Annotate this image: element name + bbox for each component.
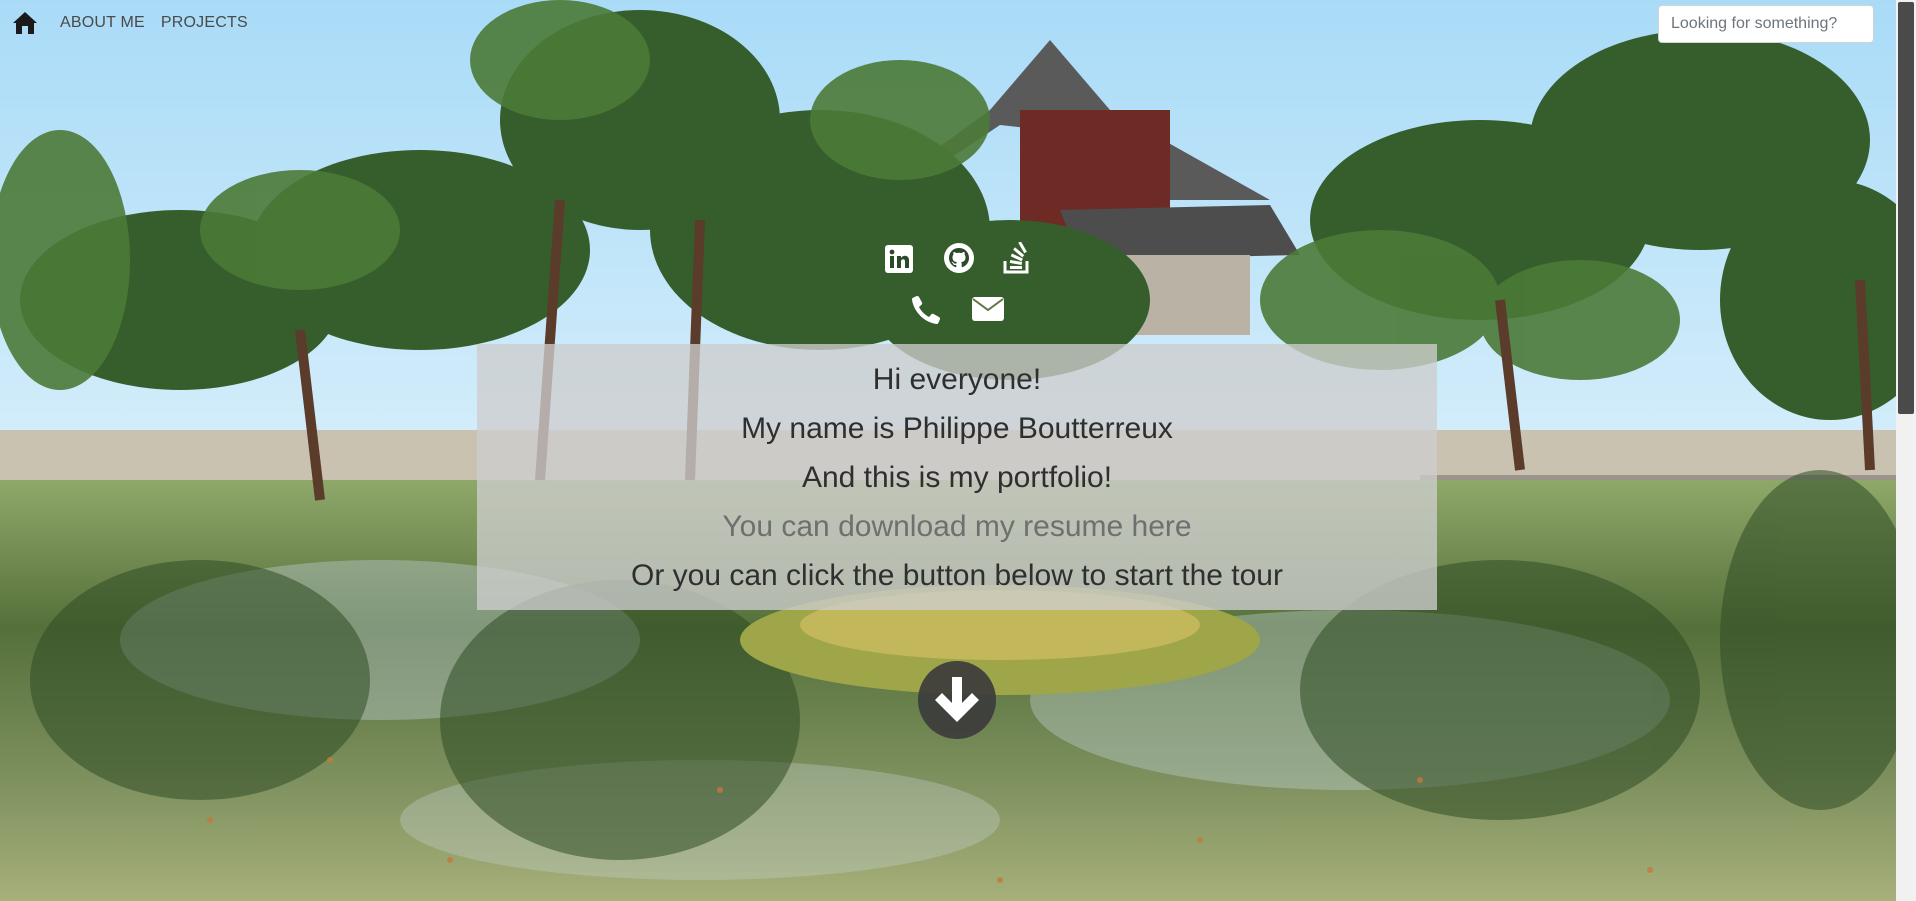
tour-instruction-text: Or you can click the button below to sta… [630,558,1283,592]
name-text: My name is Philippe Boutterreux [741,411,1173,445]
scrollbar-thumb[interactable] [1898,2,1914,414]
arrow-down-icon [935,677,979,722]
start-tour-button[interactable] [918,661,996,739]
page-scrollbar[interactable] [1896,0,1916,901]
resume-download-link[interactable]: You can download my resume here [722,502,1191,551]
nav-link-about-me[interactable]: ABOUT ME [60,14,145,32]
nav-link-projects[interactable]: PROJECTS [161,14,248,32]
home-icon[interactable] [12,11,38,35]
portfolio-text: And this is my portfolio! [801,460,1113,494]
intro-card: Hi everyone! My name is Philippe Boutter… [477,344,1437,610]
github-icon[interactable] [943,242,975,274]
linkedin-icon[interactable] [884,244,914,274]
envelope-icon[interactable] [971,296,1005,322]
phone-icon[interactable] [910,294,942,326]
top-nav: ABOUT ME PROJECTS [0,0,1896,46]
stackoverflow-icon[interactable] [1002,242,1032,274]
search-input[interactable] [1658,5,1874,43]
greeting-text: Hi everyone! [872,362,1042,396]
